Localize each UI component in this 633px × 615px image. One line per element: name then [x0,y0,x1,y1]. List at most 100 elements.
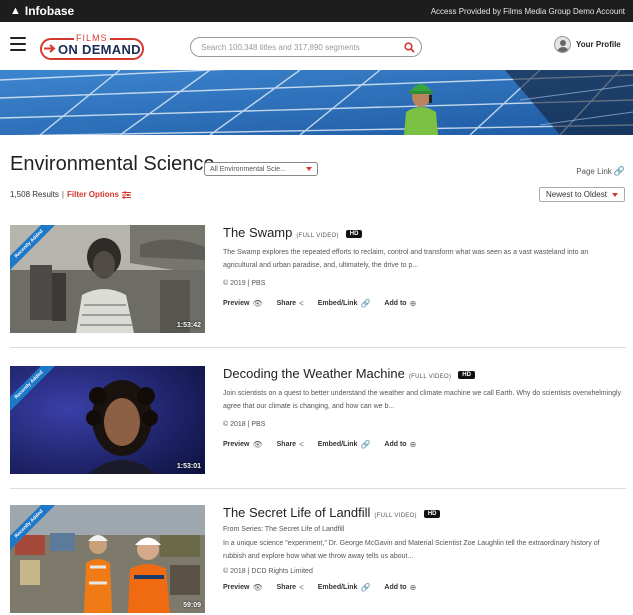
result-title[interactable]: Decoding the Weather Machine [223,366,405,381]
plus-circle-icon: ⊕ [409,440,417,449]
plus-circle-icon: ⊕ [409,583,417,592]
preview-label: Preview [223,441,250,448]
sort-value: Newest to Oldest [546,190,607,199]
result-title[interactable]: The Swamp [223,225,292,240]
share-icon: < [299,299,304,308]
results-separator: | [61,190,64,199]
eye-icon: 👁 [252,440,263,449]
link-icon: 🔗 [360,440,371,449]
result-type-tag: (FULL VIDEO) [296,233,339,239]
sort-select[interactable]: Newest to Oldest [539,187,625,202]
results-count: 1,508 Results [10,190,59,199]
result-info: The Secret Life of Landfill (FULL VIDEO)… [223,505,623,592]
add-to-button[interactable]: Add to ⊕ [384,583,416,592]
video-thumbnail[interactable]: Recently Added 1:53:01 [10,366,205,474]
profile-button[interactable]: Your Profile [554,36,621,53]
embed-link-button[interactable]: Embed/Link 🔗 [318,583,371,592]
embed-label: Embed/Link [317,584,358,591]
result-actions: Preview 👁 Share < Embed/Link 🔗 Add to ⊕ [223,440,623,449]
hero-banner [0,70,633,135]
share-label: Share [276,584,297,591]
avatar-icon [554,36,571,53]
add-to-label: Add to [384,300,407,307]
preview-label: Preview [223,584,250,591]
preview-button[interactable]: Preview 👁 [223,583,263,592]
page-title: Environmental Science [10,153,215,175]
result-actions: Preview 👁 Share < Embed/Link 🔗 Add to ⊕ [223,583,623,592]
embed-label: Embed/Link [317,441,358,448]
solar-panel-banner-image [0,70,633,135]
result-title[interactable]: The Secret Life of Landfill [223,505,370,520]
result-type-tag: (FULL VIDEO) [408,374,452,380]
result-meta: © 2018 | DCD Rights Limited [223,568,313,575]
menu-icon[interactable] [10,37,26,51]
search-icon[interactable] [404,41,415,53]
add-to-label: Add to [384,441,407,448]
hd-badge: HD [423,510,441,518]
swamp-thumbnail-image [10,225,205,333]
result-type-tag: (FULL VIDEO) [374,513,417,519]
preview-button[interactable]: Preview 👁 [223,299,263,308]
landfill-thumbnail-image [10,505,205,613]
result-series[interactable]: From Series: The Secret Life of Landfill [223,526,623,533]
plus-circle-icon: ⊕ [409,299,417,308]
eye-icon: 👁 [252,299,263,308]
embed-link-button[interactable]: Embed/Link 🔗 [318,440,371,449]
video-duration: 59:09 [183,602,201,609]
link-icon: 🔗 [613,166,625,176]
share-label: Share [276,441,297,448]
search-box[interactable] [190,37,422,57]
profile-label: Your Profile [576,40,621,49]
result-actions: Preview 👁 Share < Embed/Link 🔗 Add to ⊕ [223,299,623,308]
infobase-logo-icon: ▲ [10,5,21,17]
result-info: The Swamp (FULL VIDEO) HD The Swamp expl… [223,225,623,308]
link-icon: 🔗 [360,299,371,308]
video-thumbnail[interactable]: Recently Added 59:09 [10,505,205,613]
embed-link-button[interactable]: Embed/Link 🔗 [318,299,371,308]
search-input[interactable] [201,42,404,52]
filter-options-button[interactable]: Filter Options [67,190,131,199]
preview-button[interactable]: Preview 👁 [223,440,263,449]
result-divider [10,347,626,348]
share-icon: < [299,583,304,592]
access-text: Access Provided by Films Media Group Dem… [430,6,625,16]
share-button[interactable]: Share < [277,440,304,449]
top-bar: ▲ Infobase Access Provided by Films Medi… [0,0,633,22]
embed-label: Embed/Link [317,300,358,307]
brand-label: Infobase [24,4,75,18]
result-description: In a unique science "experiment," Dr. Ge… [223,540,600,560]
share-button[interactable]: Share < [277,583,304,592]
hd-badge: HD [458,371,475,379]
video-duration: 1:53:01 [176,463,201,470]
result-info: Decoding the Weather Machine (FULL VIDEO… [223,366,623,449]
result-divider [10,488,626,489]
category-filter-select[interactable]: All Environmental Scie... [204,162,318,176]
share-button[interactable]: Share < [277,299,304,308]
logo-arrow-icon [44,44,56,53]
share-icon: < [299,440,304,449]
eye-icon: 👁 [252,583,263,592]
chevron-down-icon [306,167,312,171]
results-summary: 1,508 Results | Filter Options [10,190,131,199]
result-description: Join scientists on a quest to better und… [223,390,622,410]
logo-main-text: ON DEMAND [58,42,141,57]
weather-thumbnail-image [10,366,205,474]
add-to-label: Add to [384,584,407,591]
hd-badge: HD [345,230,363,238]
share-label: Share [276,300,297,307]
video-duration: 1:53:42 [176,322,201,329]
result-description: The Swamp explores the repeated efforts … [223,249,589,269]
link-icon: 🔗 [360,583,371,592]
page-link[interactable]: Page Link 🔗 [576,166,625,177]
infobase-brand[interactable]: ▲ Infobase [10,4,74,18]
filter-options-label: Filter Options [67,190,119,199]
category-filter-value: All Environmental Scie... [210,165,286,173]
add-to-button[interactable]: Add to ⊕ [384,440,416,449]
chevron-down-icon [612,192,618,197]
page-link-label: Page Link [576,167,612,176]
result-meta: © 2019 | PBS [223,280,266,287]
films-on-demand-logo[interactable]: FILMS ON DEMAND [36,31,144,61]
video-thumbnail[interactable]: Recently Added 1:53:42 [10,225,205,333]
add-to-button[interactable]: Add to ⊕ [384,299,416,308]
result-meta: © 2018 | PBS [223,421,266,428]
